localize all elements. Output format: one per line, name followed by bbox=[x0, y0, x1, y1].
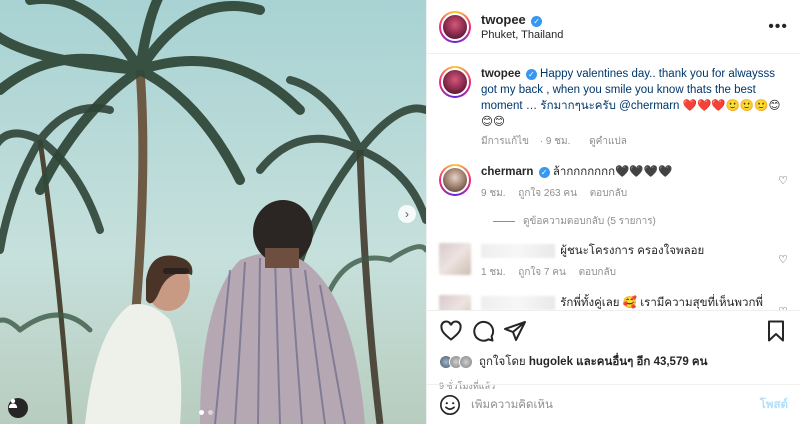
user-silhouette-icon bbox=[8, 398, 18, 408]
carousel-dots bbox=[199, 410, 213, 415]
like-heart-icon[interactable] bbox=[439, 319, 463, 343]
post-header: twopee ✓ Phuket, Thailand ••• bbox=[427, 0, 800, 54]
commenter-username-blurred[interactable] bbox=[481, 243, 555, 258]
tagged-user-icon[interactable] bbox=[8, 398, 28, 418]
caption-avatar[interactable] bbox=[439, 66, 471, 98]
post-location[interactable]: Phuket, Thailand bbox=[481, 29, 768, 41]
verified-badge-icon: ✓ bbox=[538, 167, 550, 178]
post-photo[interactable]: › bbox=[0, 0, 426, 424]
like-comment-heart-icon[interactable]: ♡ bbox=[778, 253, 788, 266]
carousel-dot-2 bbox=[208, 410, 213, 415]
comment-item: รักพี่ทั้งคู่เลย 🥰 เรามีความสุขที่เห็นพว… bbox=[439, 295, 788, 310]
likes-count[interactable]: และคนอื่นๆ อีก 43,579 คน bbox=[576, 353, 707, 371]
commenter-avatar-blurred[interactable] bbox=[439, 243, 471, 275]
likes-summary[interactable]: ถูกใจโดย hugolek และคนอื่นๆ อีก 43,579 ค… bbox=[439, 353, 788, 371]
comment-time[interactable]: 1 ชม. bbox=[481, 267, 506, 278]
edited-label: มีการแก้ไข · 9 ชม. bbox=[481, 136, 571, 147]
post-details-panel: twopee ✓ Phuket, Thailand ••• twopee ✓ H… bbox=[426, 0, 800, 424]
caption-username[interactable]: twopee bbox=[481, 68, 521, 80]
commenter-username-blurred[interactable] bbox=[481, 295, 555, 310]
commenter-username[interactable]: chermarn bbox=[481, 166, 533, 178]
view-replies-link[interactable]: ดูข้อความตอบกลับ (5 รายการ) bbox=[493, 214, 788, 229]
commenter-avatar[interactable] bbox=[439, 164, 471, 196]
comment-likes[interactable]: ถูกใจ 7 คน bbox=[518, 267, 566, 278]
post-caption: twopee ✓ Happy valentines day.. thank yo… bbox=[439, 54, 788, 150]
add-comment-bar: โพสต์ bbox=[427, 384, 800, 424]
like-comment-heart-icon[interactable]: ♡ bbox=[778, 174, 788, 187]
comment-item: ผู้ชนะโครงการ ครองใจพลอย 1 ชม. ถูกใจ 7 ค… bbox=[439, 243, 788, 281]
post-actions: ถูกใจโดย hugolek และคนอื่นๆ อีก 43,579 ค… bbox=[427, 310, 800, 393]
comment-text: ผู้ชนะโครงการ ครองใจพลอย bbox=[560, 245, 705, 257]
next-image-arrow[interactable]: › bbox=[398, 205, 416, 223]
save-bookmark-icon[interactable] bbox=[764, 319, 788, 343]
photo-scene bbox=[0, 0, 426, 424]
liker-username[interactable]: hugolek bbox=[529, 356, 573, 368]
commenter-avatar-blurred[interactable] bbox=[439, 295, 471, 310]
share-send-icon[interactable] bbox=[503, 319, 527, 343]
liker-avatars bbox=[439, 355, 473, 369]
more-options-icon[interactable]: ••• bbox=[768, 18, 788, 36]
comment-time[interactable]: 9 ชม. bbox=[481, 188, 506, 199]
translate-link[interactable]: ดูคำแปล bbox=[589, 136, 627, 147]
carousel-dot-1 bbox=[199, 410, 204, 415]
caption-mention[interactable]: @chermarn bbox=[619, 100, 679, 112]
comment-input[interactable] bbox=[471, 398, 760, 411]
verified-badge-icon: ✓ bbox=[531, 16, 543, 27]
author-username[interactable]: twopee bbox=[481, 12, 526, 27]
comments-list[interactable]: twopee ✓ Happy valentines day.. thank yo… bbox=[427, 54, 800, 310]
verified-badge-icon: ✓ bbox=[525, 69, 537, 80]
author-avatar[interactable] bbox=[439, 10, 471, 43]
emoji-smiley-icon[interactable] bbox=[439, 394, 461, 416]
comment-bubble-icon[interactable] bbox=[471, 319, 495, 343]
comment-text: ล้ากกกกกกก🖤🖤🖤🖤 bbox=[552, 166, 673, 178]
comment-likes[interactable]: ถูกใจ 263 คน bbox=[518, 188, 577, 199]
post-comment-button[interactable]: โพสต์ bbox=[760, 396, 788, 414]
reply-button[interactable]: ตอบกลับ bbox=[579, 267, 616, 278]
reply-button[interactable]: ตอบกลับ bbox=[590, 188, 627, 199]
comment-item: chermarn ✓ ล้ากกกกกกก🖤🖤🖤🖤 9 ชม. ถูกใจ 26… bbox=[439, 164, 788, 202]
